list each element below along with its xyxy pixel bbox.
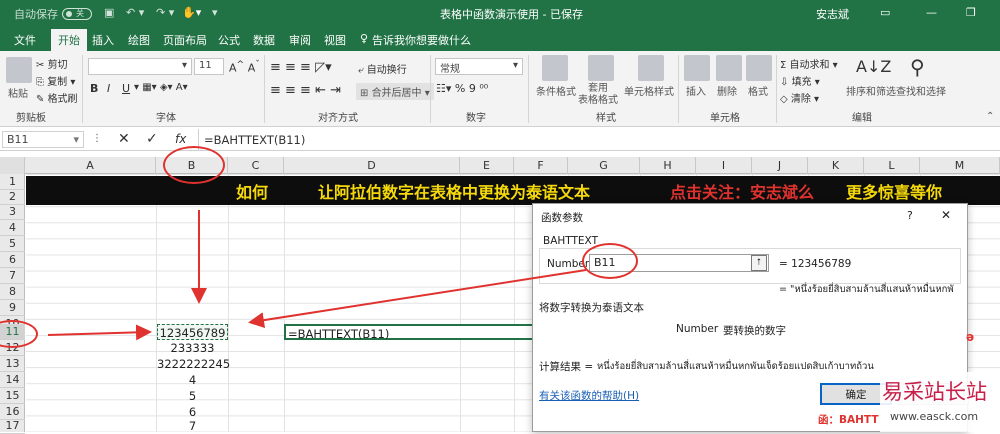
annotation-arrows (47, 210, 587, 341)
